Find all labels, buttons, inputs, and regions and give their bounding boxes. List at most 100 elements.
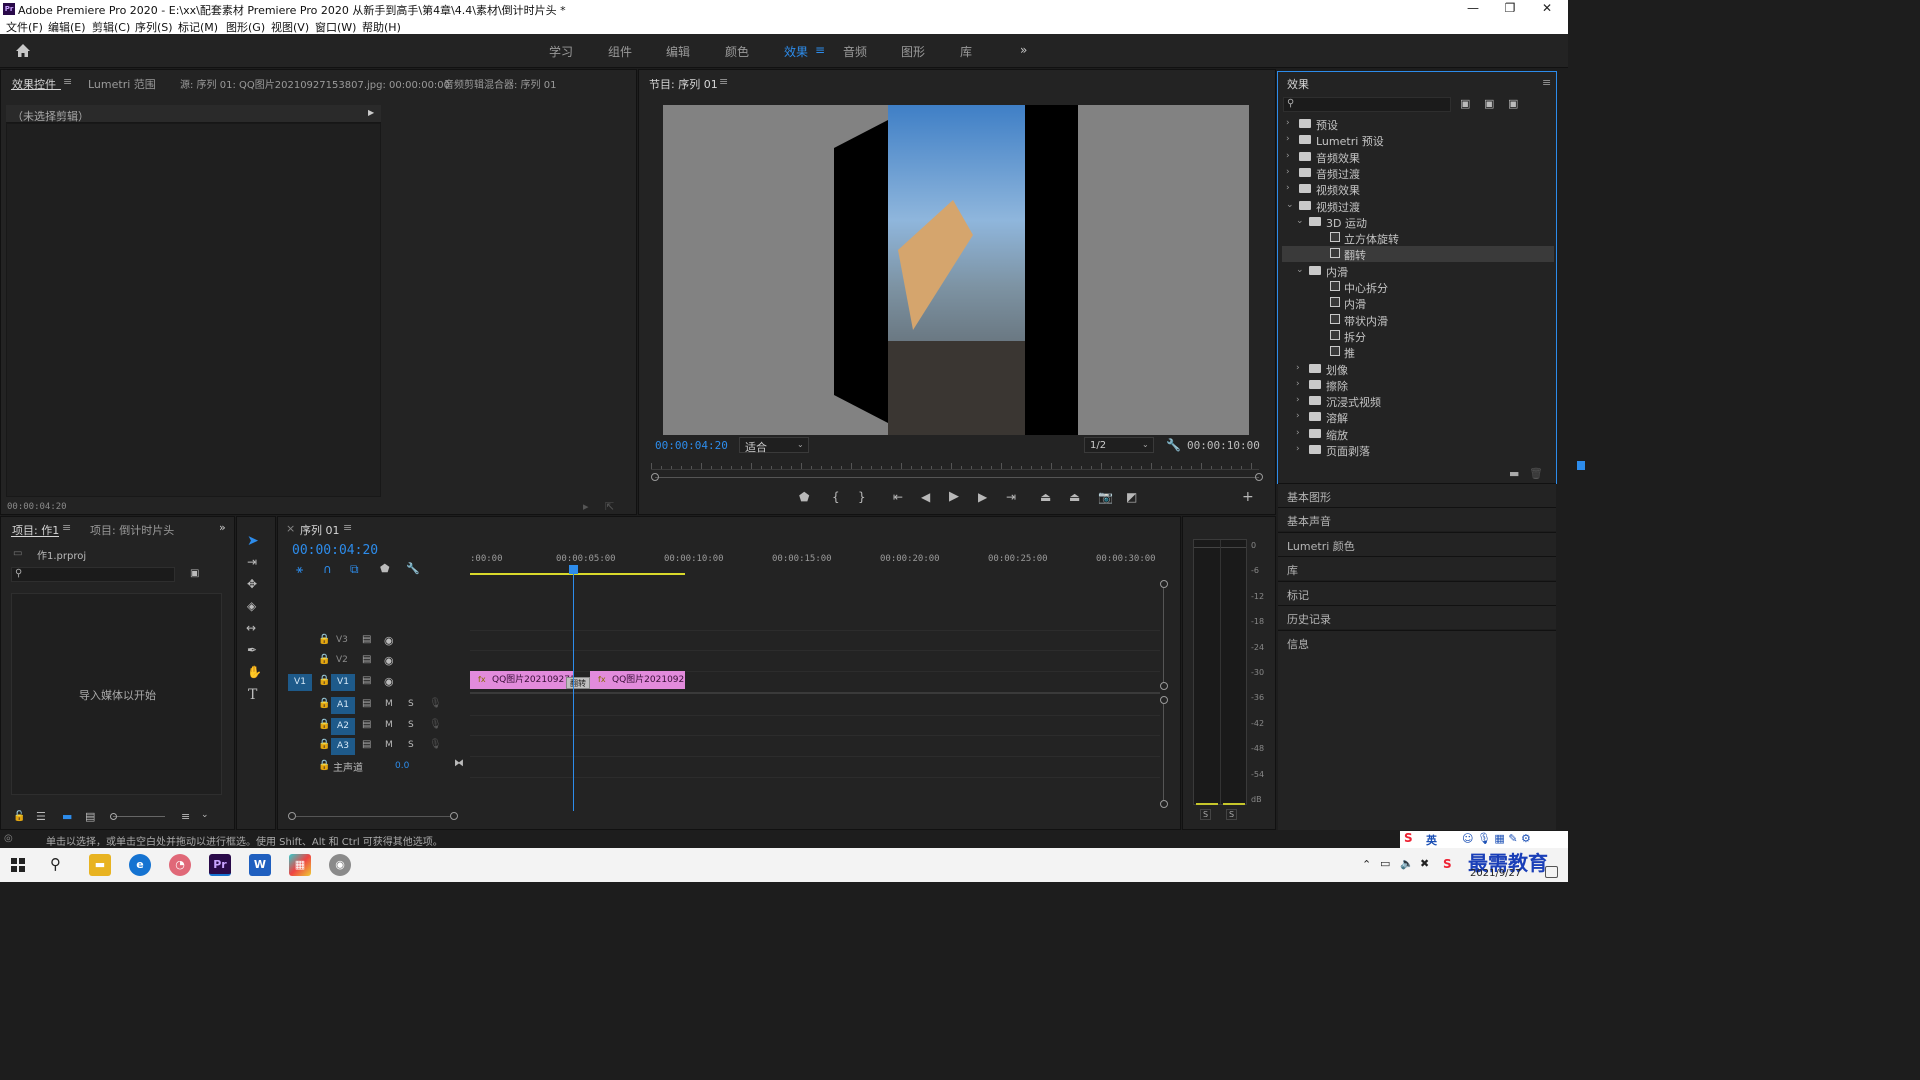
video-preview[interactable] [663, 105, 1249, 435]
tab-sequence-01[interactable]: 序列 01 [300, 522, 340, 538]
list-view-icon[interactable]: ☰ [36, 810, 46, 823]
mute-button[interactable]: M [385, 720, 393, 730]
home-icon[interactable] [15, 43, 31, 58]
resolution-dropdown[interactable]: 1/2 ⌄ [1084, 437, 1154, 453]
menu-help[interactable]: 帮助(H) [362, 19, 401, 35]
ime-tools-icon[interactable]: ☺ 🎙 ▦ ✎ ⚙ [1462, 832, 1531, 845]
chevron-right-icon[interactable]: › [1286, 118, 1290, 128]
chevron-down-icon[interactable]: ⌄ [1286, 200, 1294, 210]
icon-view-icon[interactable]: ▬ [62, 810, 72, 823]
panel-markers[interactable]: 标记 [1278, 581, 1556, 605]
eye-icon[interactable]: ◉ [384, 634, 394, 647]
lock-icon[interactable]: 🔒 [318, 654, 330, 665]
video-vscroll[interactable] [1163, 588, 1164, 682]
linked-selection-icon[interactable]: ⧉ [350, 562, 359, 577]
workspace-menu-icon[interactable]: ≡ [815, 43, 825, 57]
new-search-bin-icon[interactable]: ▣ [190, 568, 199, 579]
app-tiles-icon[interactable]: ▦ [289, 854, 311, 876]
track-target-a2[interactable]: A2 [331, 718, 355, 735]
new-bin-icon[interactable]: ▬ [1509, 467, 1519, 480]
lock-icon[interactable]: 🔒 [318, 739, 330, 750]
timeline-hscroll[interactable] [296, 816, 450, 817]
sync-lock-icon[interactable]: ▤ [362, 739, 371, 750]
settings-wrench-icon[interactable]: 🔧 [1166, 438, 1181, 452]
microphone-icon[interactable]: 🎙 [429, 698, 442, 709]
sync-lock-icon[interactable]: ▤ [362, 719, 371, 730]
ime-mode-icon[interactable]: ✖ [1420, 857, 1429, 870]
clip-2[interactable]: fx QQ图片2021092715 [590, 671, 685, 689]
ime-language[interactable]: 英 [1426, 832, 1437, 848]
play-icon[interactable]: ▶ [949, 489, 959, 504]
add-marker-icon[interactable]: ⬟ [799, 490, 809, 504]
menu-graphics[interactable]: 图形(G) [226, 19, 265, 35]
effects-folder[interactable]: › 划像 [1282, 361, 1554, 377]
type-tool-icon[interactable]: T [248, 687, 257, 703]
solo-button[interactable]: S [408, 720, 414, 730]
32bit-color-icon[interactable]: ▣ [1484, 97, 1494, 110]
go-to-in-icon[interactable]: ⇤ [893, 490, 903, 504]
zoom-slider-handle[interactable] [110, 813, 117, 820]
zoom-handle-left[interactable] [651, 473, 659, 481]
timeline-settings-wrench-icon[interactable]: 🔧 [406, 562, 420, 575]
file-explorer-icon[interactable]: ▬ [89, 854, 111, 876]
panel-menu-icon[interactable]: ≡ [719, 75, 728, 88]
delete-icon[interactable]: 🗑 [1529, 467, 1543, 480]
hscroll-handle[interactable] [288, 812, 296, 820]
mute-button[interactable]: M [385, 740, 393, 750]
edge-browser-icon[interactable]: e [129, 854, 151, 876]
chevron-up-icon[interactable]: ⌃ [1362, 858, 1371, 871]
workspace-learn[interactable]: 学习 [549, 43, 573, 60]
effects-folder[interactable]: › Lumetri 预设 [1282, 132, 1554, 148]
program-timecode[interactable]: 00:00:04:20 [655, 439, 728, 452]
panel-menu-icon[interactable]: ≡ [63, 75, 72, 88]
sort-icons-icon[interactable]: ≡ [181, 810, 190, 823]
lock-icon[interactable]: 🔒 [318, 675, 330, 686]
menu-file[interactable]: 文件(F) [6, 19, 43, 35]
tab-audio-clip-mixer[interactable]: 音频剪辑混合器: 序列 01 [444, 76, 556, 91]
chevron-down-icon[interactable]: ⌄ [1296, 216, 1304, 226]
mute-button[interactable]: M [385, 699, 393, 709]
ripple-edit-tool-icon[interactable]: ✥ [247, 577, 257, 591]
freeform-view-icon[interactable]: ▤ [85, 810, 95, 823]
menu-sequence[interactable]: 序列(S) [135, 19, 173, 35]
workspace-effects[interactable]: 效果 [784, 43, 808, 60]
project-search-input[interactable]: ⚲ [11, 567, 175, 582]
solo-button[interactable]: S [408, 699, 414, 709]
chevron-right-icon[interactable]: › [1286, 151, 1290, 161]
effects-folder[interactable]: › 页面剥落 [1282, 442, 1554, 458]
panel-essential-graphics[interactable]: 基本图形 [1278, 483, 1556, 507]
eye-icon[interactable]: ◉ [384, 675, 394, 688]
zoom-handle-right[interactable] [1255, 473, 1263, 481]
maximize-button[interactable]: ❐ [1495, 1, 1525, 15]
menu-clip[interactable]: 剪辑(C) [92, 19, 130, 35]
pen-tool-icon[interactable]: ✒ [247, 643, 257, 657]
sync-lock-icon[interactable]: ▤ [362, 634, 371, 645]
accelerated-effects-icon[interactable]: ▣ [1460, 97, 1470, 110]
tab-project-countdown[interactable]: 项目: 倒计时片头 [90, 522, 174, 538]
effects-item[interactable]: 带状内滑 [1282, 312, 1554, 328]
chevron-right-icon[interactable]: › [1296, 363, 1300, 373]
panel-lumetri-color[interactable]: Lumetri 颜色 [1278, 532, 1556, 556]
menu-marker[interactable]: 标记(M) [178, 19, 218, 35]
step-forward-icon[interactable]: ▶ [978, 490, 987, 504]
selection-tool-icon[interactable]: ➤ [247, 533, 259, 549]
tab-lumetri-scopes[interactable]: Lumetri 范围 [88, 76, 156, 92]
effects-item[interactable]: 中心拆分 [1282, 279, 1554, 295]
lock-icon[interactable]: 🔒 [318, 698, 330, 709]
effects-item[interactable]: 拆分 [1282, 328, 1554, 344]
extract-icon[interactable]: ⏏ [1069, 490, 1080, 504]
program-time-ruler[interactable] [651, 460, 1259, 470]
word-icon[interactable]: W [249, 854, 271, 876]
workspace-graphics[interactable]: 图形 [901, 43, 925, 60]
effects-folder[interactable]: › 缩放 [1282, 426, 1554, 442]
export-frame-camera-icon[interactable]: 📷 [1098, 490, 1113, 504]
lock-icon[interactable]: 🔓 [13, 811, 25, 822]
workspace-color[interactable]: 颜色 [725, 43, 749, 60]
chevron-right-icon[interactable]: › [1296, 395, 1300, 405]
menu-view[interactable]: 视图(V) [271, 19, 309, 35]
effects-item[interactable]: 立方体旋转 [1282, 230, 1554, 246]
more-tabs-icon[interactable]: » [219, 521, 226, 534]
panel-history[interactable]: 历史记录 [1278, 605, 1556, 629]
chevron-right-icon[interactable]: › [1286, 183, 1290, 193]
export-icon[interactable]: ⇱ [605, 500, 614, 513]
